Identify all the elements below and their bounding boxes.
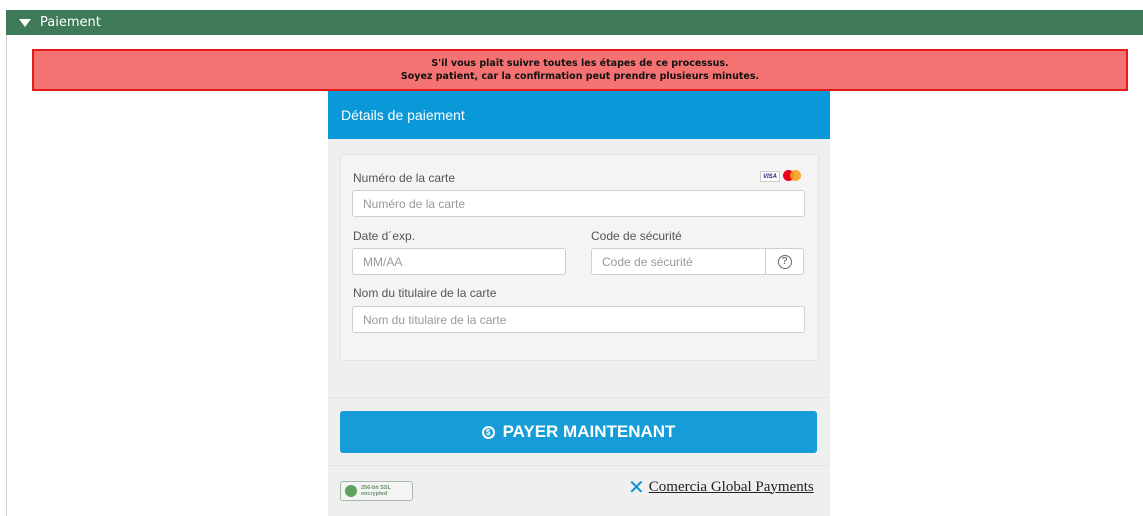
- section-title: Paiement: [40, 15, 101, 30]
- pay-now-button[interactable]: $ PAYER MAINTENANT: [340, 411, 817, 453]
- payment-icon: $: [481, 425, 495, 439]
- alert-line-1: S'il vous plaît suivre toutes les étapes…: [431, 58, 729, 69]
- cvv-label: Code de sécurité: [591, 229, 682, 243]
- brand-logo[interactable]: ✕ Comercia Global Payments: [628, 477, 814, 497]
- expiry-label: Date d´exp.: [353, 229, 416, 243]
- cvv-input[interactable]: Code de sécurité: [591, 248, 766, 275]
- star-logo-icon: ✕: [628, 475, 645, 499]
- payment-panel-header: Détails de paiement: [328, 91, 830, 139]
- alert-banner: S'il vous plaît suivre toutes les étapes…: [32, 49, 1128, 91]
- question-icon: ?: [777, 254, 792, 269]
- section-border: [6, 35, 7, 516]
- divider: [328, 397, 830, 398]
- ssl-line-2: encrypted: [361, 491, 388, 497]
- divider: [328, 465, 830, 466]
- holder-label: Nom du titulaire de la carte: [353, 286, 497, 300]
- payment-panel: Détails de paiement Numéro de la carte V…: [328, 91, 830, 516]
- holder-input[interactable]: Nom du titulaire de la carte: [352, 306, 805, 333]
- ssl-text: 256-bit SSL encrypted: [361, 485, 391, 497]
- pay-now-label: PAYER MAINTENANT: [502, 422, 676, 441]
- alert-line-2: Soyez patient, car la confirmation peut …: [400, 71, 760, 82]
- card-logos: VISA: [760, 170, 803, 183]
- brand-name: Comercia Global Payments: [648, 478, 814, 495]
- ssl-badge: 256-bit SSL encrypted: [340, 481, 413, 501]
- cvv-help-button[interactable]: ?: [766, 248, 804, 275]
- card-number-input[interactable]: Numéro de la carte: [352, 190, 805, 217]
- lock-icon: [345, 485, 357, 497]
- visa-icon: VISA: [760, 171, 780, 182]
- expiry-input[interactable]: MM/AA: [352, 248, 566, 275]
- section-header-paiement[interactable]: Paiement: [6, 10, 1143, 35]
- collapse-triangle-icon[interactable]: [19, 18, 31, 27]
- card-number-label: Numéro de la carte: [353, 171, 456, 185]
- mastercard-icon: [783, 170, 803, 183]
